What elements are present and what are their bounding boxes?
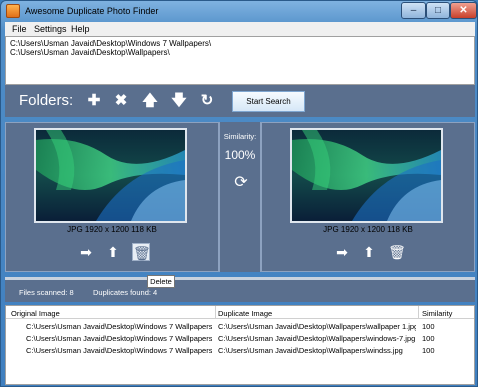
similarity-label: Similarity:: [223, 132, 257, 141]
menu-settings[interactable]: Settings: [34, 24, 67, 34]
folder-path[interactable]: C:\Users\Usman Javaid\Desktop\Wallpapers…: [10, 48, 470, 57]
column-similarity[interactable]: Similarity: [422, 309, 452, 318]
folders-label: Folders:: [19, 92, 74, 109]
duplicate-path-cell: C:\Users\Usman Javaid\Desktop\Wallpapers…: [218, 334, 416, 343]
refresh-icon[interactable]: ↻: [199, 93, 215, 109]
column-separator[interactable]: [418, 306, 419, 319]
menu-help[interactable]: Help: [71, 24, 90, 34]
delete-icon[interactable]: 🗑: [132, 243, 151, 261]
table-row[interactable]: C:\Users\Usman Javaid\Desktop\Windows 7 …: [6, 321, 474, 332]
open-folder-icon[interactable]: ⬆: [360, 243, 378, 261]
results-header: Original Image Duplicate Image Similarit…: [6, 306, 474, 319]
column-separator[interactable]: [215, 306, 216, 319]
duplicate-actions: ➡ ⬆ 🗑: [262, 243, 474, 263]
menu-file[interactable]: File: [12, 24, 27, 34]
delete-tooltip: Delete: [147, 275, 175, 288]
comparison-area: JPG 1920 x 1200 118 KB ➡ ⬆ 🗑 Similarity:…: [5, 122, 475, 272]
title-bar: Awesome Duplicate Photo Finder – □ ✕: [1, 1, 477, 21]
similarity-cell: 100: [422, 346, 435, 355]
duplicate-image-panel: JPG 1920 x 1200 118 KB ➡ ⬆ 🗑: [261, 122, 475, 272]
table-row[interactable]: C:\Users\Usman Javaid\Desktop\Windows 7 …: [6, 333, 474, 344]
original-actions: ➡ ⬆ 🗑: [6, 243, 218, 263]
similarity-panel: Similarity: 100% ⟳: [219, 122, 261, 272]
files-scanned: Files scanned: 8: [19, 288, 74, 297]
original-path-cell: C:\Users\Usman Javaid\Desktop\Windows 7 …: [26, 334, 212, 343]
start-search-button[interactable]: Start Search: [232, 91, 305, 112]
plus-icon[interactable]: ✚: [86, 93, 102, 109]
column-duplicate[interactable]: Duplicate Image: [218, 309, 272, 318]
arrow-down-icon[interactable]: 🡇: [171, 93, 187, 109]
duplicates-found: Duplicates found: 4: [93, 288, 158, 297]
delete-icon[interactable]: 🗑: [388, 243, 406, 261]
aurora-wallpaper-image: [36, 130, 185, 221]
results-table: Original Image Duplicate Image Similarit…: [5, 305, 475, 385]
scan-stats-bar: Files scanned: 8 Duplicates found: 4: [5, 277, 475, 302]
move-arrow-icon[interactable]: ➡: [333, 243, 351, 261]
original-image-preview: [34, 128, 187, 223]
duplicate-image-info: JPG 1920 x 1200 118 KB: [323, 225, 413, 234]
arrow-up-icon[interactable]: 🡅: [142, 93, 158, 109]
close-button[interactable]: ✕: [450, 2, 477, 19]
app-window: Awesome Duplicate Photo Finder – □ ✕ Fil…: [0, 0, 478, 387]
original-path-cell: C:\Users\Usman Javaid\Desktop\Windows 7 …: [26, 346, 212, 355]
duplicate-image-preview: [290, 128, 443, 223]
similarity-value: 100%: [224, 148, 256, 162]
duplicate-path-cell: C:\Users\Usman Javaid\Desktop\Wallpapers…: [218, 322, 416, 331]
original-image-panel: JPG 1920 x 1200 118 KB ➡ ⬆ 🗑: [5, 122, 219, 272]
swap-icon[interactable]: ⟳: [232, 174, 250, 192]
folder-path-list[interactable]: C:\Users\Usman Javaid\Desktop\Windows 7 …: [5, 36, 475, 85]
similarity-cell: 100: [422, 334, 435, 343]
minimize-button[interactable]: –: [401, 2, 426, 19]
x-icon[interactable]: ✖: [113, 93, 129, 109]
original-path-cell: C:\Users\Usman Javaid\Desktop\Windows 7 …: [26, 322, 212, 331]
maximize-button[interactable]: □: [426, 2, 450, 19]
open-folder-icon[interactable]: ⬆: [104, 243, 122, 261]
column-original[interactable]: Original Image: [11, 309, 60, 318]
original-image-info: JPG 1920 x 1200 118 KB: [67, 225, 157, 234]
duplicate-path-cell: C:\Users\Usman Javaid\Desktop\Wallpapers…: [218, 346, 403, 355]
menu-bar: File Settings Help: [5, 22, 475, 36]
table-row[interactable]: C:\Users\Usman Javaid\Desktop\Windows 7 …: [6, 345, 474, 356]
similarity-cell: 100: [422, 322, 435, 331]
window-title: Awesome Duplicate Photo Finder: [25, 6, 159, 16]
app-icon: [6, 4, 20, 18]
aurora-wallpaper-image: [292, 130, 441, 221]
folders-toolbar: Folders: ✚ ✖ 🡅 🡇 ↻ Start Search: [5, 85, 475, 117]
move-arrow-icon[interactable]: ➡: [77, 243, 95, 261]
folder-path[interactable]: C:\Users\Usman Javaid\Desktop\Windows 7 …: [10, 39, 470, 48]
